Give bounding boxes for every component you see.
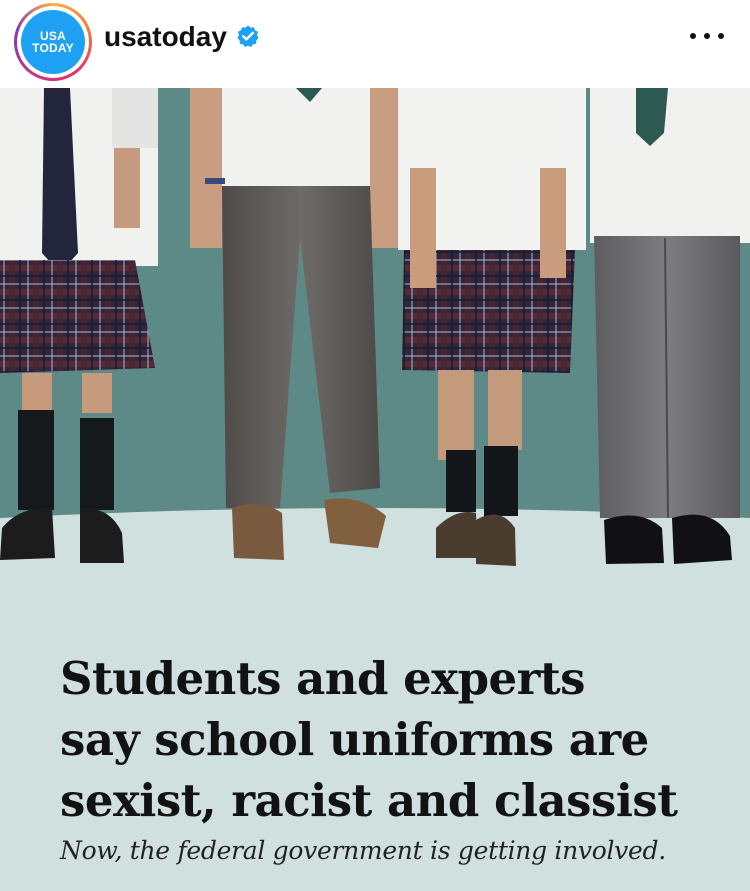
more-options-icon[interactable] xyxy=(690,28,724,44)
avatar-text-line2: TODAY xyxy=(32,41,74,55)
headline-line: Students and experts xyxy=(60,652,586,705)
post-header: USA TODAY usatoday xyxy=(0,0,750,88)
verified-badge-icon xyxy=(237,25,259,47)
headline: Students and experts say school uniforms… xyxy=(60,648,730,831)
story-ring[interactable]: USA TODAY xyxy=(14,3,92,81)
headline-line: sexist, racist and classist xyxy=(60,774,678,827)
headline-line: say school uniforms are xyxy=(60,713,649,766)
subheadline: Now, the federal government is getting i… xyxy=(60,836,666,865)
uniform-students-photo xyxy=(0,88,750,588)
avatar[interactable]: USA TODAY xyxy=(21,10,85,74)
username-link[interactable]: usatoday xyxy=(104,20,227,54)
post-media[interactable]: Students and experts say school uniforms… xyxy=(0,88,750,891)
